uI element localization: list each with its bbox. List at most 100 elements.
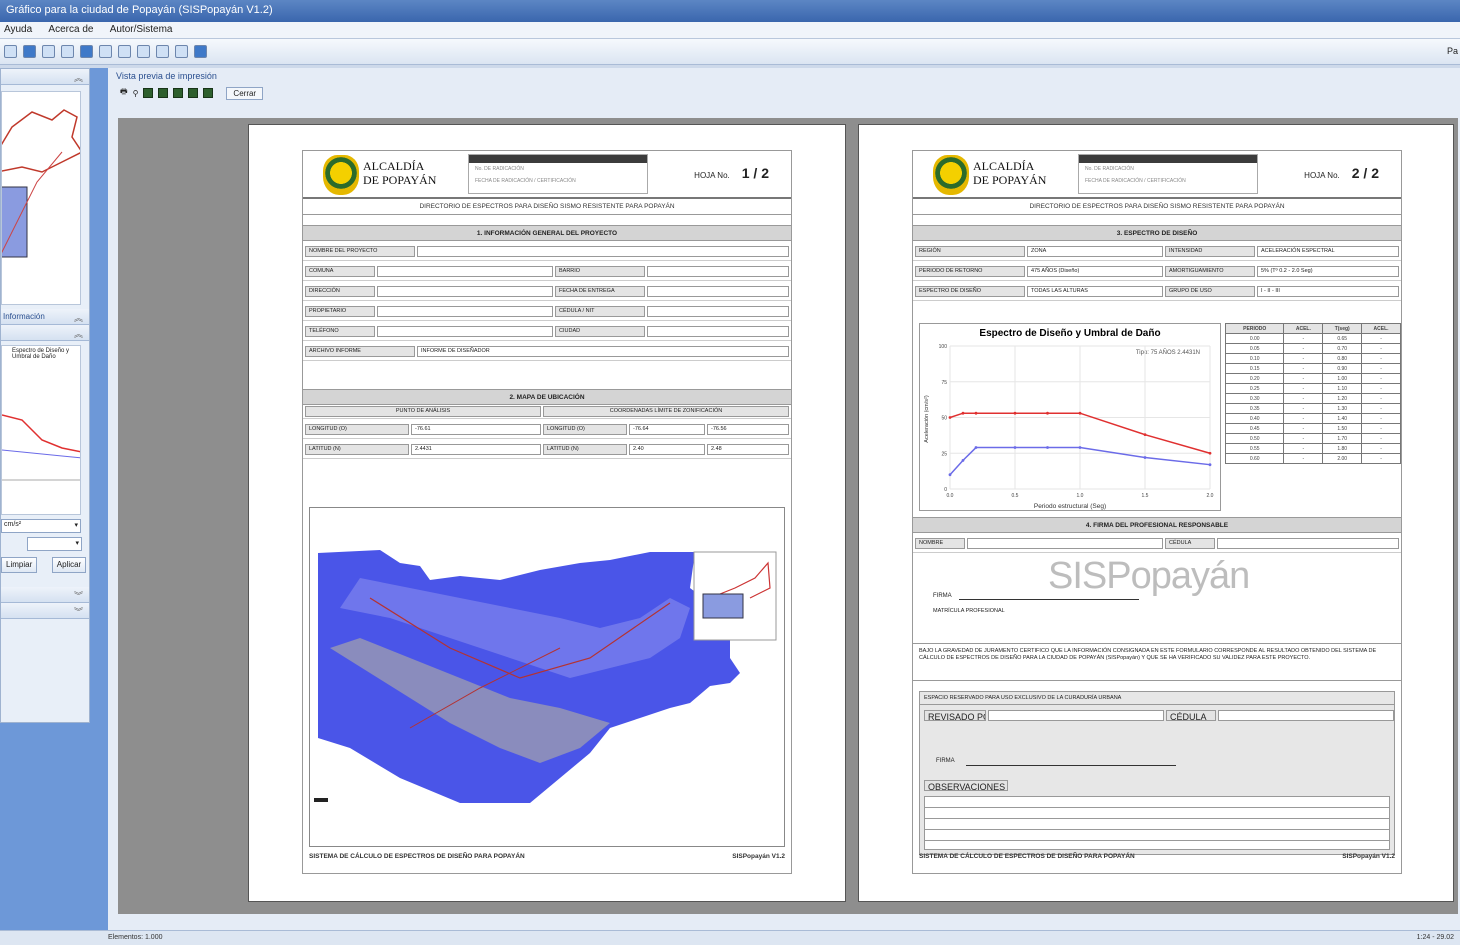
zoom-icon[interactable]: ⚲ (133, 89, 139, 98)
sispopayan-watermark: SISPopayán (1048, 555, 1250, 597)
table-cell: 0.45 (1224, 423, 1285, 434)
report-subtitle: DIRECTORIO DE ESPECTROS PARA DISEÑO SISM… (913, 199, 1401, 215)
chevron-down-icon[interactable]: ▾ (74, 521, 78, 529)
extent-icon[interactable] (156, 45, 169, 58)
revisado-label: REVISADO POR (924, 710, 986, 721)
identify-icon[interactable] (175, 45, 188, 58)
observaciones-label: OBSERVACIONES (924, 780, 1008, 791)
spectrum-table: PERIODO ACEL. T(seg) ACEL. 0.00-0.65-0.05-0.… (1224, 323, 1401, 511)
four-pages-icon[interactable] (188, 88, 199, 98)
coord-header-row: PUNTO DE ANÁLISIS COORDENADAS LÍMITE DE Z… (303, 405, 791, 419)
report-page-2: ALCALDÍA DE POPAYÁN No. DE RADICACIÓN FECH… (912, 150, 1402, 874)
revisado-field (988, 710, 1164, 721)
two-pages-icon[interactable] (158, 88, 169, 98)
collapsed-panel-2[interactable]: ︾ (1, 603, 89, 619)
print-icon[interactable] (42, 45, 55, 58)
clear-button[interactable]: Limpiar (1, 557, 38, 573)
secondary-select[interactable]: ▾ (27, 537, 82, 551)
alcaldia-name: ALCALDÍA DE POPAYÁN (363, 159, 437, 187)
data-point (961, 459, 965, 462)
table-row: 0.45-1.50- (1224, 423, 1401, 434)
chart-panel-header[interactable]: ︽ (1, 325, 89, 341)
table-cell: 1.50 (1322, 423, 1363, 434)
section-location-map: 2. MAPA DE UBICACIÓN (303, 389, 791, 405)
y-tick-label: 100 (939, 344, 948, 350)
info-panel-title: Información (3, 312, 45, 321)
table-row: 0.40-1.40- (1224, 413, 1401, 424)
layer-icon[interactable] (61, 45, 74, 58)
expand-icon[interactable]: ︾ (74, 589, 83, 602)
data-point (974, 411, 978, 415)
collapse-icon[interactable]: ︽ (74, 311, 83, 324)
data-point (1078, 411, 1082, 415)
table-row: 0.00-0.65- (1224, 333, 1401, 344)
open-icon[interactable] (4, 45, 17, 58)
firma-label-2: FIRMA (936, 758, 955, 764)
toolbar-right-label: Pa (1446, 46, 1458, 56)
preview-canvas[interactable]: ALCALDÍA DE POPAYÁN No. DE RADICACIÓN FECH… (118, 118, 1458, 914)
collapsed-panel-1[interactable]: ︾ (1, 587, 89, 603)
menu-item-ayuda[interactable]: Ayuda (4, 24, 32, 35)
form-row: NOMBRE DEL PROYECTO (303, 241, 791, 261)
map-panel-header[interactable]: ︽ (1, 69, 89, 85)
chevron-down-icon[interactable]: ▾ (75, 539, 79, 547)
table-row: 0.35-1.30- (1224, 403, 1401, 414)
collapse-icon[interactable]: ︽ (74, 71, 83, 84)
table-cell: - (1283, 443, 1324, 454)
signature-row: NOMBRE CÉDULA (913, 533, 1401, 553)
coord-row: LATITUD (N) 2.4431 LATITUD (N) 2.40 2.48 (303, 439, 791, 459)
six-pages-icon[interactable] (203, 88, 214, 98)
three-pages-icon[interactable] (173, 88, 184, 98)
menu-bar: Ayuda Acerca de Autor/Sistema (0, 22, 1460, 39)
cedula-field (1218, 710, 1394, 721)
table-cell: - (1283, 433, 1324, 444)
data-point (948, 473, 952, 477)
zonification-map-drawing (314, 550, 777, 803)
observaciones-lines (924, 796, 1390, 850)
select-icon[interactable] (80, 45, 93, 58)
table-cell: - (1283, 353, 1324, 364)
close-preview-button[interactable]: Cerrar (226, 86, 264, 100)
spectrum-row: REGIÓN ZONA INTENSIDAD ACELERACIÓN ESPECTRA… (913, 241, 1401, 261)
apply-button[interactable]: Aplicar (51, 557, 87, 573)
report-subtitle: DIRECTORIO DE ESPECTROS PARA DISEÑO SISM… (303, 199, 791, 215)
data-point (1208, 451, 1212, 455)
preview-toolbar: 🖶 ⚲ Cerrar (108, 84, 1460, 102)
table-cell: 0.80 (1322, 353, 1363, 364)
globe-icon[interactable] (194, 45, 207, 58)
form-row: PROPIETARIO CÉDULA / NIT (303, 301, 791, 321)
table-cell: - (1283, 383, 1324, 394)
table-row: 0.20-1.00- (1224, 373, 1401, 384)
data-point (1046, 411, 1049, 415)
zoom-out-icon[interactable] (118, 45, 131, 58)
table-cell: 0.65 (1322, 333, 1363, 344)
info-panel-header[interactable]: Información ︽ (1, 309, 89, 325)
print-icon[interactable]: 🖶 (120, 86, 128, 100)
table-cell: 2.00 (1322, 453, 1363, 464)
table-cell: - (1283, 333, 1324, 344)
spectrum-chart: Espectro de Diseño y Umbral de Daño Tipo… (919, 323, 1221, 511)
pan-icon[interactable] (137, 45, 150, 58)
one-page-icon[interactable] (143, 88, 154, 98)
table-cell: - (1283, 413, 1324, 424)
save-icon[interactable] (23, 45, 36, 58)
units-select[interactable]: cm/s² ▾ (1, 519, 81, 533)
menu-item-autor[interactable]: Autor/Sistema (110, 24, 173, 35)
zoom-in-icon[interactable] (99, 45, 112, 58)
sidebar-empty-area (0, 723, 108, 930)
x-tick-label: 1.0 (1077, 493, 1084, 499)
disclaimer-text: BAJO LA GRAVEDAD DE JURAMENTO CERTIFICO … (913, 643, 1401, 681)
table-header-row: PERIODO ACEL. T(seg) ACEL. (1224, 323, 1401, 334)
table-cell: 1.10 (1322, 383, 1363, 394)
radication-box: No. DE RADICACIÓN FECHA DE RADICACIÓN / C… (468, 154, 648, 194)
overview-map[interactable] (1, 91, 81, 305)
menu-item-acerca[interactable]: Acerca de (48, 24, 93, 35)
data-point (1046, 446, 1049, 449)
collapse-icon[interactable]: ︽ (74, 327, 83, 340)
report-header: ALCALDÍA DE POPAYÁN No. DE RADICACIÓN FECH… (913, 151, 1401, 199)
matricula-label: MATRÍCULA PROFESIONAL (933, 608, 1005, 614)
table-cell: - (1283, 423, 1324, 434)
form-row: TELÉFONO CIUDAD (303, 321, 791, 341)
preview-title: Vista previa de impresión (116, 71, 217, 81)
expand-icon[interactable]: ︾ (74, 605, 83, 618)
